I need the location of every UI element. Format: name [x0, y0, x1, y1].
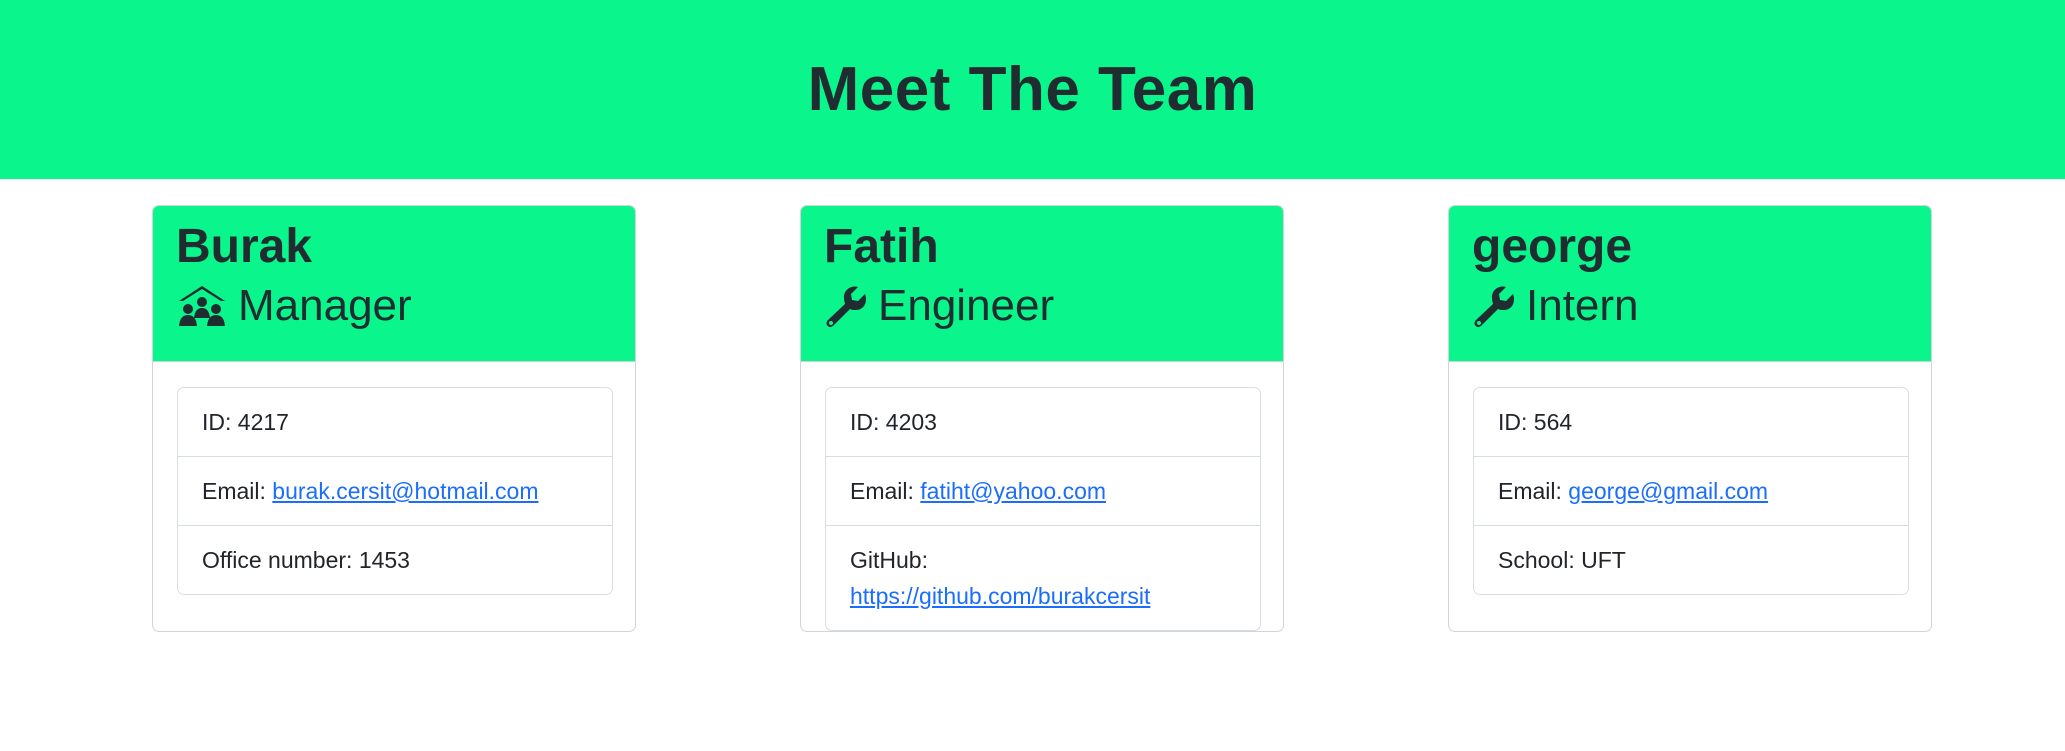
employee-id: ID: 4203 [826, 388, 1260, 457]
school-label: School: [1498, 547, 1582, 573]
employee-email: Email: burak.cersit@hotmail.com [178, 457, 612, 526]
card-header: Fatih Engineer [801, 206, 1283, 362]
role-label: Engineer [878, 280, 1055, 330]
employee-name: george [1472, 220, 1633, 273]
employee-name: Fatih [824, 220, 939, 273]
wrench-icon [1472, 284, 1516, 328]
role-label: Manager [238, 280, 412, 330]
email-label: Email: [1498, 478, 1569, 504]
id-value: 564 [1533, 409, 1573, 435]
page-title: Meet The Team [807, 55, 1258, 124]
employee-github: GitHub: https://github.com/burakcersit [826, 526, 1260, 630]
email-label: Email: [850, 478, 921, 504]
id-label: ID: [1498, 409, 1534, 435]
employee-role: Engineer [824, 280, 1283, 333]
team-card-intern: george Intern ID: 564 Email: george@gmai… [1448, 205, 1932, 632]
team-card-engineer: Fatih Engineer ID: 4203 Email: fatiht@ya… [800, 205, 1284, 632]
employee-school: School: UFT [1474, 526, 1908, 594]
email-link[interactable]: burak.cersit@hotmail.com [272, 478, 538, 504]
email-label: Email: [202, 478, 273, 504]
role-label: Intern [1526, 280, 1639, 330]
id-label: ID: [850, 409, 886, 435]
employee-name: Burak [176, 220, 313, 273]
employee-id: ID: 564 [1474, 388, 1908, 457]
office-number-value: 1453 [358, 547, 410, 573]
employee-role: Manager [176, 280, 635, 333]
wrench-icon [824, 284, 868, 328]
page-banner: Meet The Team [0, 0, 2065, 179]
id-value: 4217 [237, 409, 289, 435]
employee-role: Intern [1472, 280, 1931, 333]
github-link[interactable]: https://github.com/burakcersit [850, 583, 1150, 609]
school-value: UFT [1581, 547, 1626, 573]
email-link[interactable]: fatiht@yahoo.com [920, 478, 1106, 504]
card-header: Burak Manager [153, 206, 635, 362]
employee-email: Email: george@gmail.com [1474, 457, 1908, 526]
manager-team-icon [176, 284, 228, 328]
card-header: george Intern [1449, 206, 1931, 362]
employee-office-number: Office number: 1453 [178, 526, 612, 594]
team-card-manager: Burak Manager ID: 4217 Email: burak.cers… [152, 205, 636, 632]
office-number-label: Office number: [202, 547, 359, 573]
employee-id: ID: 4217 [178, 388, 612, 457]
employee-details-list: ID: 4203 Email: fatiht@yahoo.com GitHub:… [825, 387, 1261, 631]
id-value: 4203 [885, 409, 937, 435]
github-label: GitHub: [850, 547, 928, 573]
email-link[interactable]: george@gmail.com [1568, 478, 1768, 504]
id-label: ID: [202, 409, 238, 435]
employee-email: Email: fatiht@yahoo.com [826, 457, 1260, 526]
employee-details-list: ID: 564 Email: george@gmail.com School: … [1473, 387, 1909, 595]
employee-details-list: ID: 4217 Email: burak.cersit@hotmail.com… [177, 387, 613, 595]
